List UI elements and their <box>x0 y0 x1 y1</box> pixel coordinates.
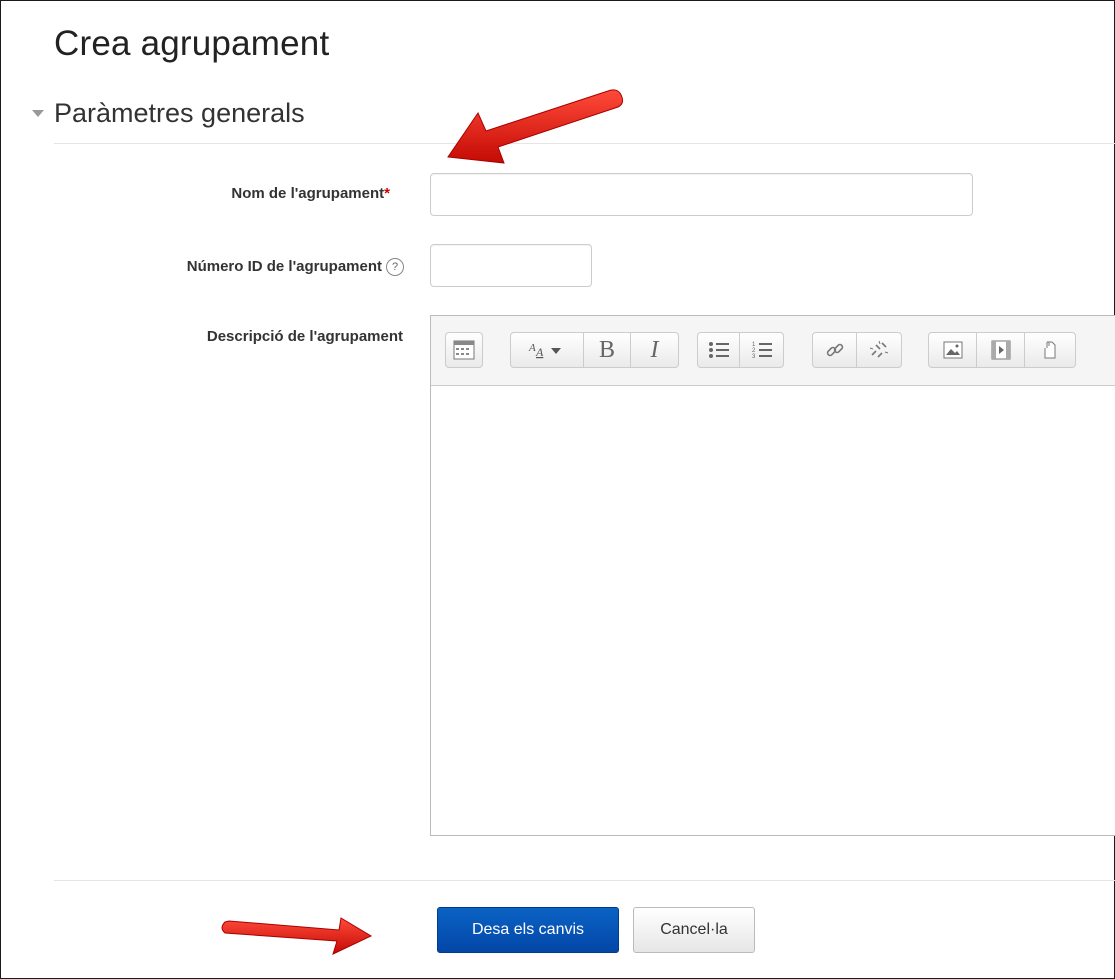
footer-divider <box>54 880 1115 881</box>
image-icon[interactable] <box>929 333 977 367</box>
help-icon[interactable]: ? <box>386 258 404 277</box>
italic-icon[interactable]: I <box>631 333 678 367</box>
annotation-arrow-icon <box>221 917 373 955</box>
toolbar-group-1 <box>445 332 483 368</box>
toolbar-group-4 <box>812 332 902 368</box>
section-title[interactable]: Paràmetres generals <box>54 98 305 129</box>
file-icon[interactable] <box>1025 333 1075 367</box>
svg-text:A: A <box>535 345 544 359</box>
media-icon[interactable] <box>977 333 1025 367</box>
unlink-icon[interactable] <box>857 333 901 367</box>
toolbar-group-5 <box>928 332 1076 368</box>
editor-toolbar: AA B I 123 <box>431 316 1115 386</box>
description-editor[interactable]: AA B I 123 <box>430 315 1115 836</box>
bold-icon[interactable]: B <box>584 333 631 367</box>
save-changes-button[interactable]: Desa els canvis <box>437 907 619 953</box>
editor-content-area[interactable] <box>431 386 1115 835</box>
name-label: Nom de l'agrupament* <box>100 185 390 202</box>
description-label: Descripció de l'agrupament <box>206 328 403 345</box>
svg-text:3: 3 <box>752 354 756 360</box>
toolbar-group-2: AA B I <box>510 332 679 368</box>
annotation-arrow-icon <box>447 89 624 164</box>
collapse-toggle-icon[interactable] <box>32 110 44 117</box>
bullet-list-icon[interactable] <box>698 333 740 367</box>
numbered-list-icon[interactable]: 123 <box>740 333 783 367</box>
required-marker: * <box>384 185 390 202</box>
toggle-toolbar-icon[interactable] <box>446 333 482 367</box>
cancel-button[interactable]: Cancel·la <box>633 907 755 953</box>
grouping-idnumber-input[interactable] <box>430 244 592 287</box>
page-title: Crea agrupament <box>54 24 330 63</box>
font-style-icon[interactable]: AA <box>511 333 584 367</box>
grouping-name-input[interactable] <box>430 173 973 216</box>
name-label-text: Nom de l'agrupament <box>231 185 385 202</box>
idnumber-label: Número ID de l'agrupament? <box>60 258 404 277</box>
svg-text:A: A <box>528 342 536 354</box>
link-icon[interactable] <box>813 333 857 367</box>
toolbar-group-3: 123 <box>697 332 784 368</box>
idnumber-label-text: Número ID de l'agrupament <box>186 258 382 275</box>
